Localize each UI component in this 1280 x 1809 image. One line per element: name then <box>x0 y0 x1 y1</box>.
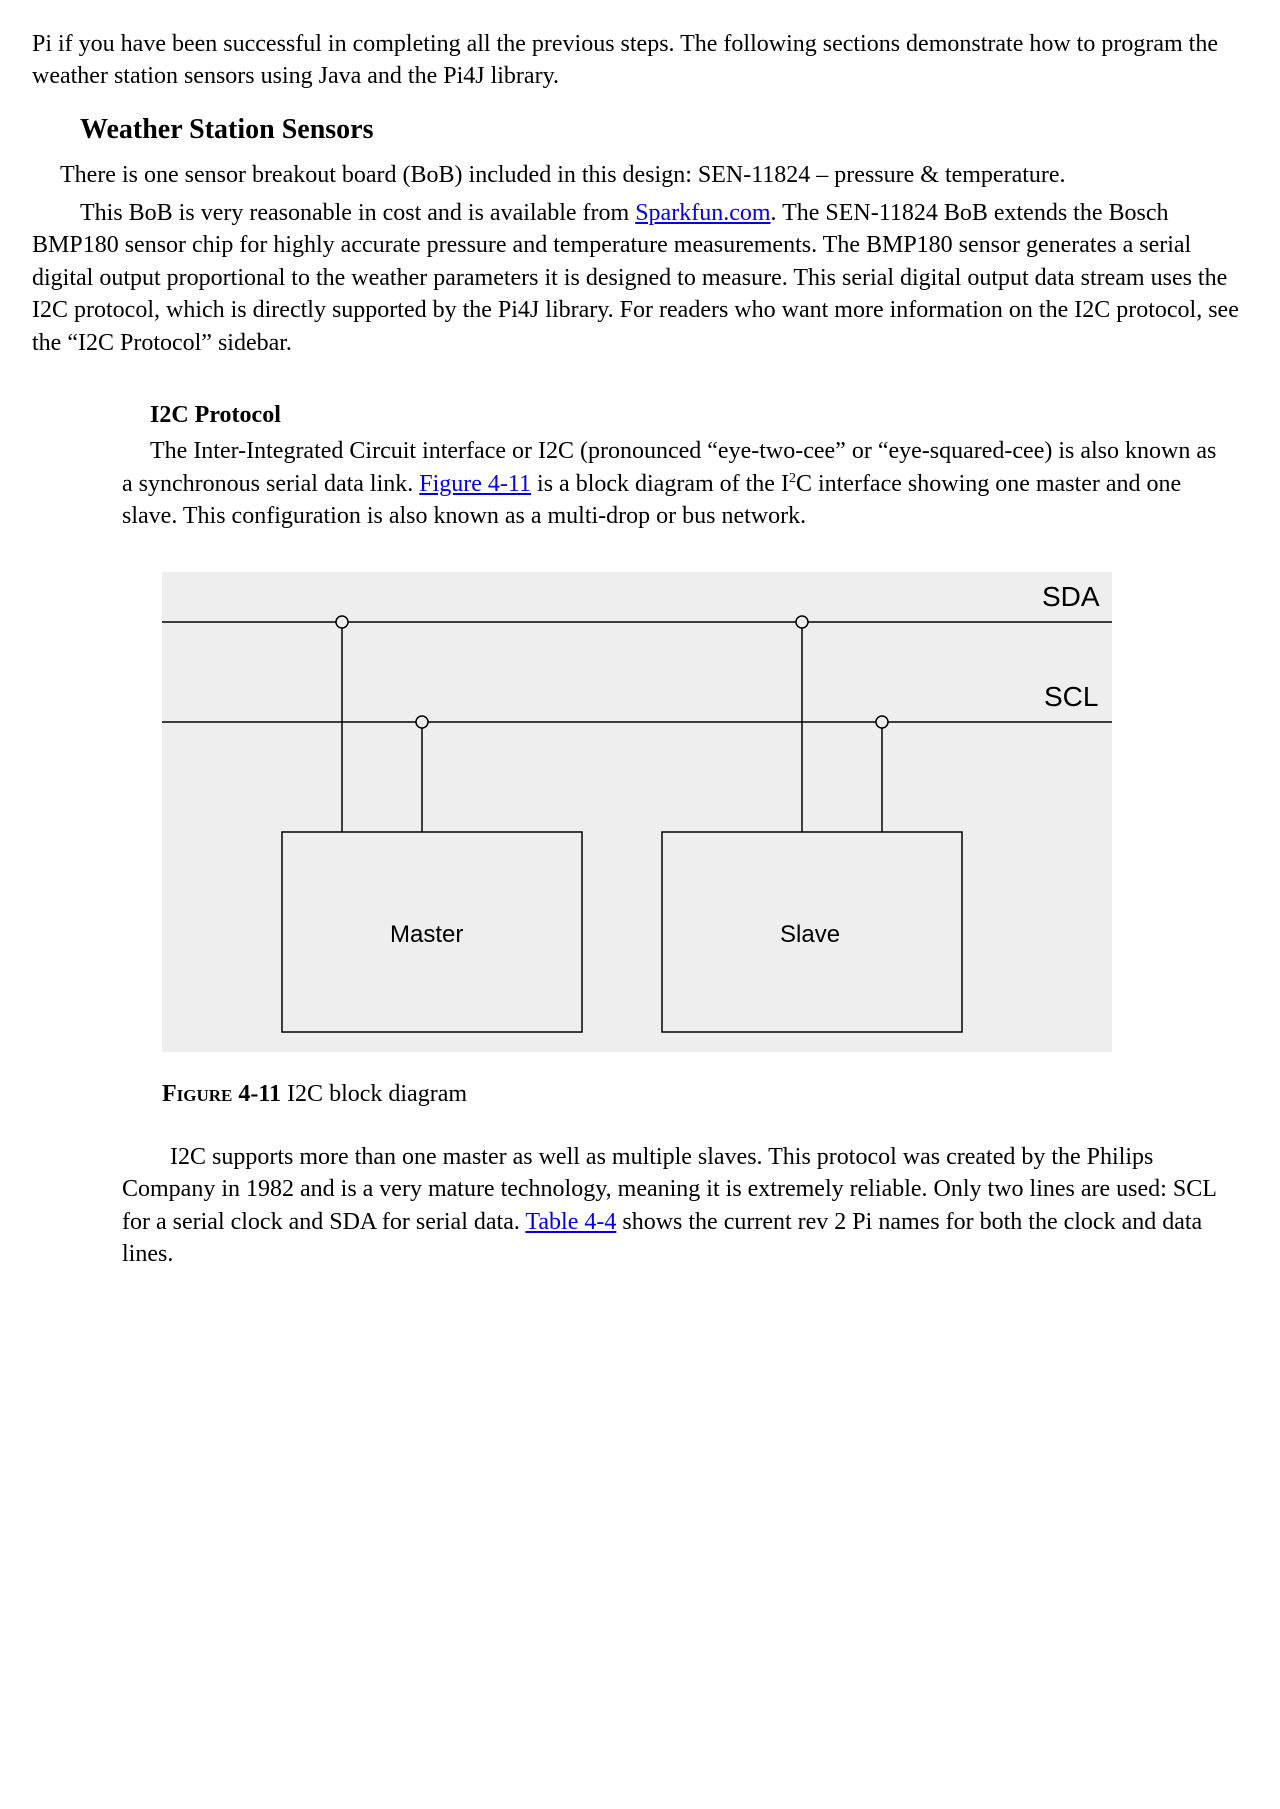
sidebar-para-1: The Inter-Integrated Circuit interface o… <box>122 435 1228 532</box>
sidebar-heading: I2C Protocol <box>150 399 1228 431</box>
scl-label: SCL <box>1044 681 1098 712</box>
figure-4-11-container: SDA SCL Master Slave <box>162 572 1228 1110</box>
figure-4-11-link[interactable]: Figure 4-11 <box>419 471 531 497</box>
intro-paragraph: Pi if you have been successful in comple… <box>32 28 1248 93</box>
section-para-2: This BoB is very reasonable in cost and … <box>32 197 1248 359</box>
superscript-2: 2 <box>789 471 796 486</box>
section-heading: Weather Station Sensors <box>80 111 1248 149</box>
sidebar-para-2: I2C supports more than one master as wel… <box>122 1141 1228 1271</box>
i2c-block-diagram: SDA SCL Master Slave <box>162 572 1112 1052</box>
table-4-4-link[interactable]: Table 4-4 <box>525 1209 616 1235</box>
sparkfun-link[interactable]: Sparkfun.com <box>635 200 770 226</box>
section-para-1: There is one sensor breakout board (BoB)… <box>32 159 1248 191</box>
sda-label: SDA <box>1042 581 1100 612</box>
para2-text-a: This BoB is very reasonable in cost and … <box>80 200 635 226</box>
sidebar-p1-b: is a block diagram of the I <box>531 471 789 497</box>
figure-caption: Figure 4-11 I2C block diagram <box>162 1078 1228 1110</box>
i2c-protocol-sidebar: I2C Protocol The Inter-Integrated Circui… <box>122 399 1248 1271</box>
figure-caption-text: I2C block diagram <box>281 1081 467 1107</box>
slave-box-label: Slave <box>780 921 840 948</box>
figure-label: Figure 4-11 <box>162 1081 281 1107</box>
master-box-label: Master <box>390 921 463 948</box>
